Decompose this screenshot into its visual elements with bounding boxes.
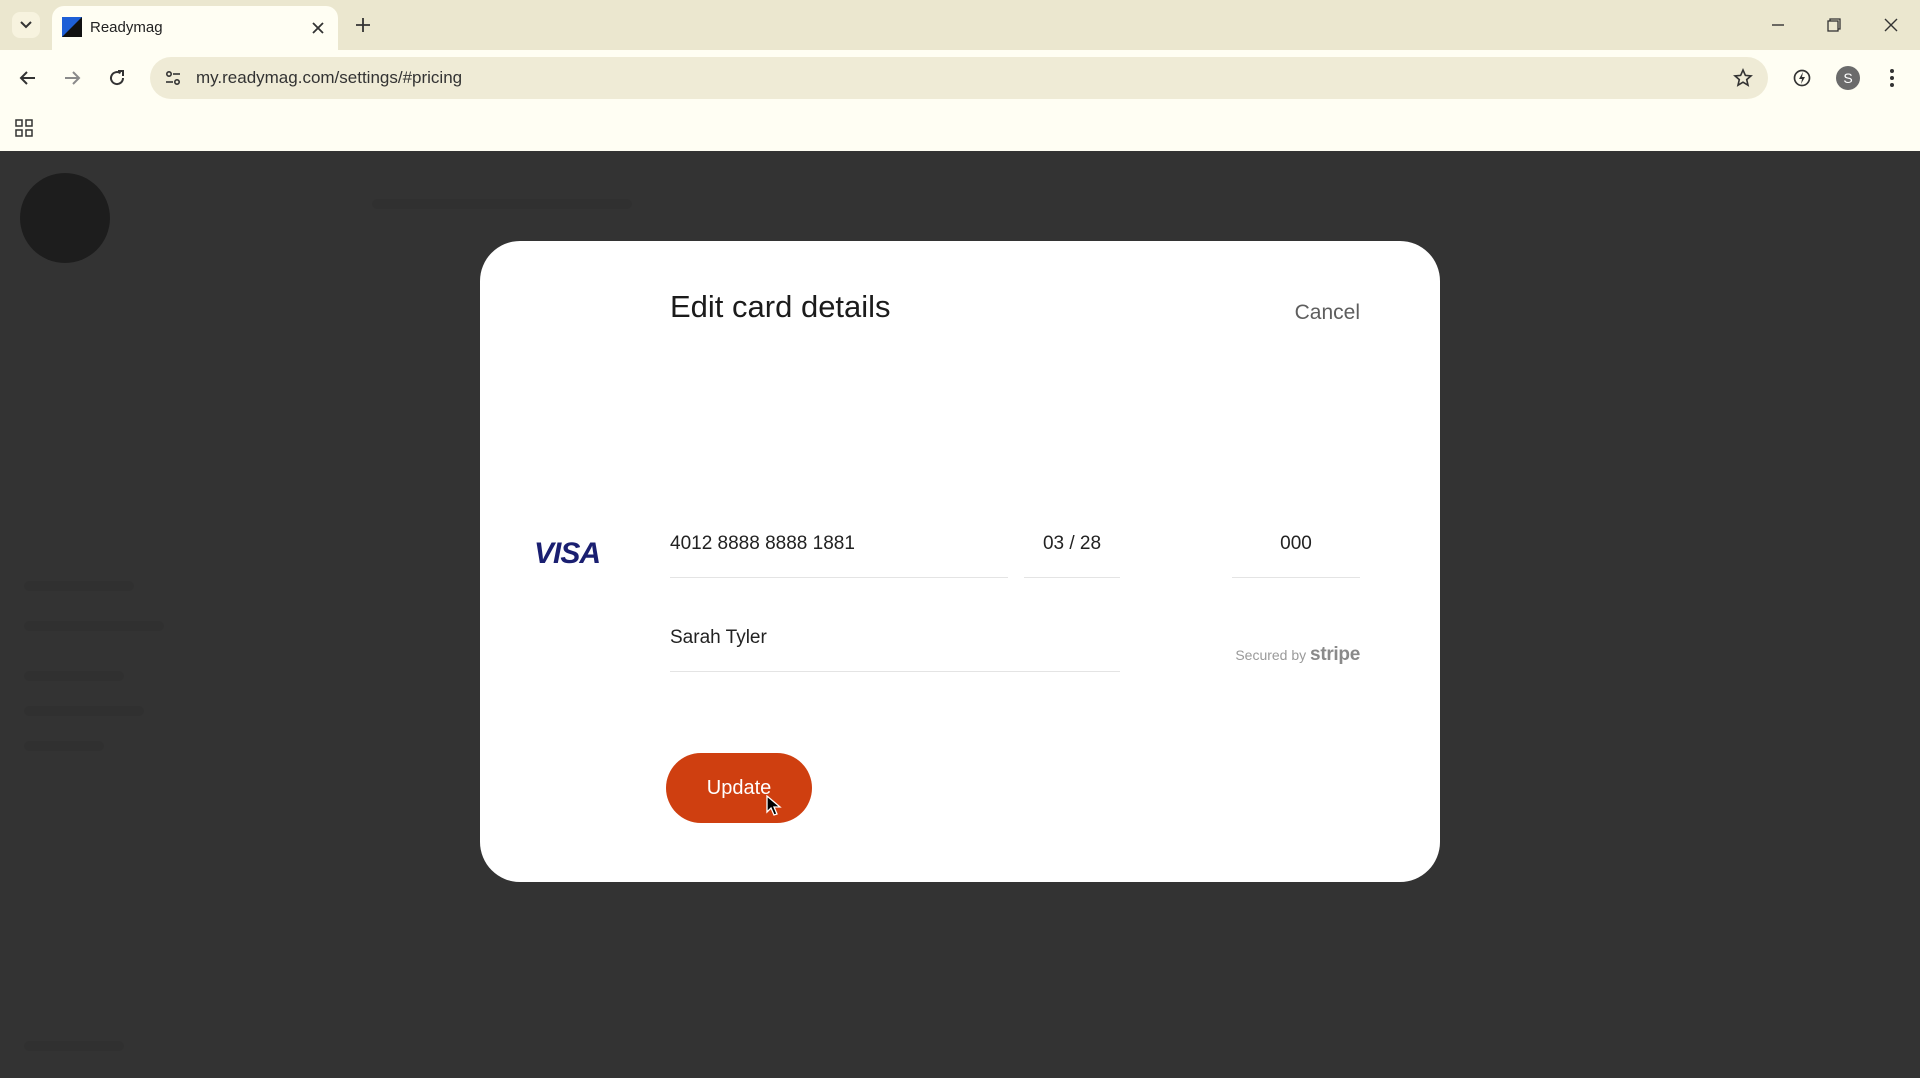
apps-grid-icon [15, 119, 33, 137]
close-window-button[interactable] [1877, 12, 1905, 38]
cvc-input[interactable]: 000 [1232, 523, 1360, 578]
secured-by-stripe: Secured by stripe [1235, 644, 1360, 666]
back-icon [19, 71, 35, 85]
card-number-value: 4012 8888 8888 1881 [670, 533, 855, 554]
card-number-input[interactable]: 4012 8888 8888 1881 [670, 523, 1008, 578]
tab-search-icon [20, 21, 32, 29]
secured-prefix: Secured by [1235, 647, 1307, 663]
dialog-title: Edit card details [670, 289, 891, 324]
edit-card-dialog: Edit card details Cancel VISA 4012 8888 … [480, 241, 1440, 882]
profile-button[interactable]: S [1834, 64, 1862, 92]
expiry-value: 03 / 28 [1042, 533, 1102, 554]
browser-toolbar: my.readymag.com/settings/#pricing S [0, 50, 1920, 106]
browser-menu-button[interactable] [1878, 64, 1906, 92]
expiry-date-input[interactable]: 03 / 28 [1024, 523, 1120, 578]
restore-icon [1827, 18, 1841, 32]
tab-close-button[interactable] [308, 18, 328, 38]
update-button[interactable]: Update [666, 753, 812, 823]
plus-icon [356, 18, 370, 32]
close-icon [1884, 18, 1898, 32]
tab-search-button[interactable] [12, 12, 40, 38]
reload-icon [110, 70, 125, 86]
active-tab[interactable]: Readymag [52, 6, 338, 50]
svg-text:VISA: VISA [534, 537, 600, 567]
cancel-button[interactable]: Cancel [1295, 301, 1360, 325]
back-button[interactable] [14, 64, 42, 92]
reload-button[interactable] [103, 64, 131, 92]
new-tab-button[interactable] [352, 14, 374, 36]
url-text[interactable]: my.readymag.com/settings/#pricing [196, 68, 462, 88]
profile-avatar: S [1836, 66, 1860, 90]
tab-strip: Readymag [0, 0, 1920, 50]
tab-title: Readymag [90, 19, 163, 36]
restore-button[interactable] [1820, 12, 1848, 38]
forward-button[interactable] [58, 64, 86, 92]
forward-icon [65, 71, 81, 85]
extensions-button[interactable] [1788, 64, 1816, 92]
readymag-favicon [62, 17, 82, 37]
close-icon [312, 22, 324, 34]
extension-icon [1793, 69, 1811, 87]
star-icon [1733, 68, 1753, 87]
minimize-button[interactable] [1764, 12, 1792, 38]
bookmarks-bar [0, 106, 1920, 151]
site-info-icon [165, 70, 181, 86]
bookmark-star-button[interactable] [1732, 67, 1754, 89]
stripe-logo: stripe [1310, 644, 1360, 665]
site-info-button[interactable] [162, 67, 184, 89]
cardholder-name-value: Sarah Tyler [670, 627, 767, 648]
minimize-icon [1772, 24, 1784, 26]
visa-logo-icon: VISA [534, 537, 601, 567]
mouse-cursor-icon [766, 795, 782, 816]
cardholder-name-input[interactable]: Sarah Tyler [670, 617, 1120, 672]
apps-button[interactable] [12, 116, 36, 140]
address-bar[interactable]: my.readymag.com/settings/#pricing [150, 57, 1768, 99]
menu-icon [1890, 69, 1894, 87]
cvc-value: 000 [1280, 533, 1312, 554]
